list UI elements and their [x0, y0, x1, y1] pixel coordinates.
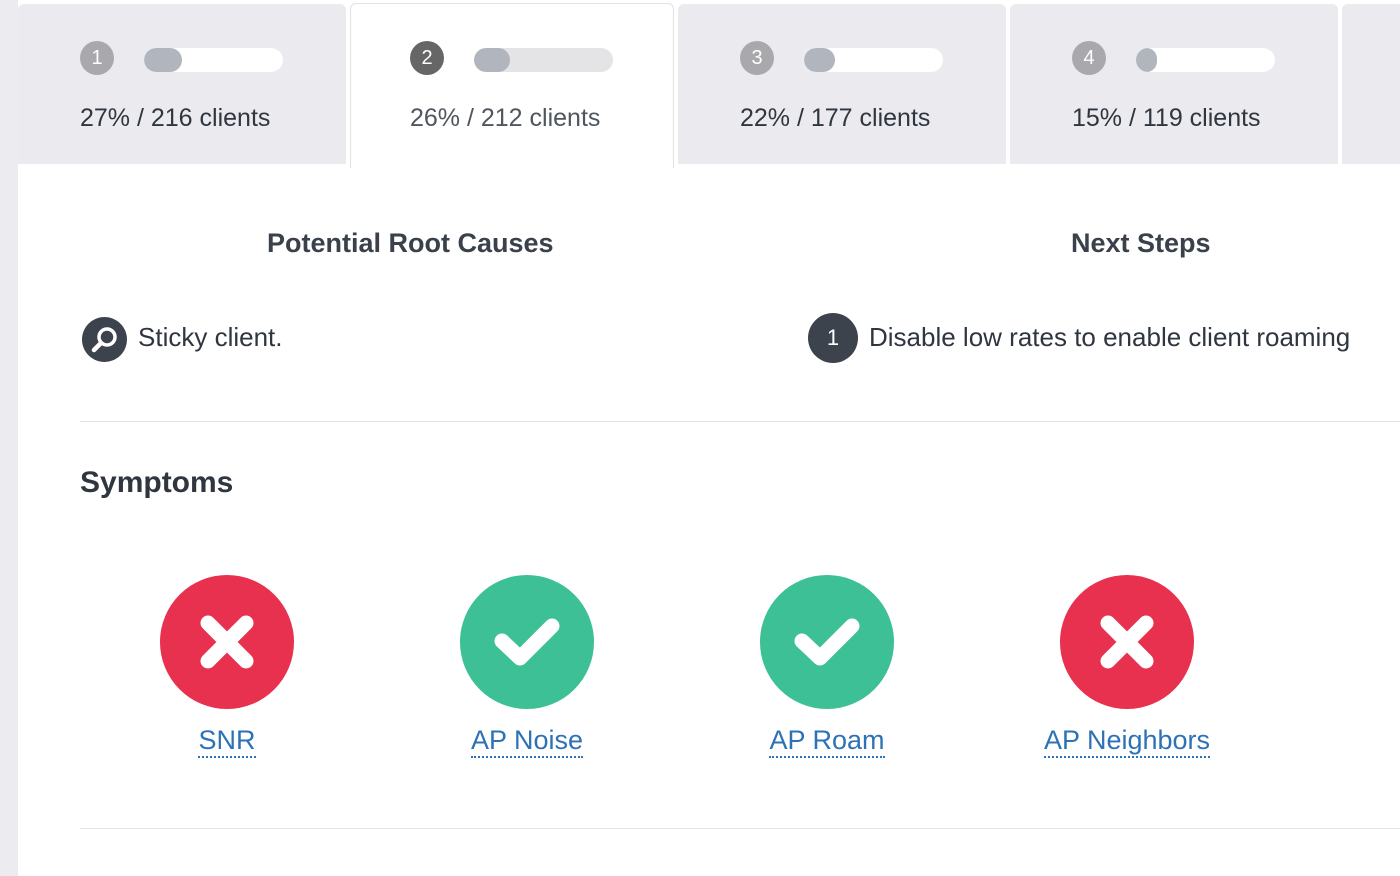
next-step-text: Disable low rates to enable client roami… [869, 322, 1351, 352]
symptom-snr[interactable]: SNR [127, 575, 327, 765]
check-icon [494, 618, 560, 666]
tab-progress-bar [474, 48, 613, 72]
root-cause-text: Sticky client. [138, 322, 283, 352]
tab-progress-fill [144, 48, 182, 72]
tab-label: 22% / 177 clients [740, 104, 931, 132]
symptom-link[interactable]: AP Roam [727, 725, 927, 758]
tab-cluster-2[interactable]: 2 26% / 212 clients [350, 3, 674, 168]
root-causes-title: Potential Root Causes [267, 228, 554, 258]
tab-progress-bar [1136, 48, 1275, 72]
tab-label: 26% / 212 clients [410, 104, 601, 132]
tab-progress-bar [144, 48, 283, 72]
next-steps-title: Next Steps [1071, 228, 1211, 258]
tab-number-badge: 3 [740, 41, 774, 75]
symptom-ap-neighbors[interactable]: AP Neighbors [1027, 575, 1227, 765]
tab-progress-fill [474, 48, 511, 72]
tab-number-badge: 4 [1072, 41, 1106, 75]
symptom-link[interactable]: AP Neighbors [1027, 725, 1227, 758]
tab-cluster-4[interactable]: 4 15% / 119 clients [1010, 4, 1338, 164]
symptom-status-circle [460, 575, 594, 709]
magnify-icon [82, 317, 127, 362]
tab-cluster-3[interactable]: 3 22% / 177 clients [678, 4, 1006, 164]
left-gutter [0, 0, 18, 876]
tab-number-badge: 2 [410, 41, 444, 75]
x-icon [200, 615, 254, 669]
symptoms-title: Symptoms [80, 466, 234, 499]
symptom-link[interactable]: SNR [127, 725, 327, 758]
divider [80, 421, 1400, 422]
tab-progress-fill [1136, 48, 1157, 72]
symptom-ap-roam[interactable]: AP Roam [727, 575, 927, 765]
symptom-status-circle [760, 575, 894, 709]
tab-label: 27% / 216 clients [80, 104, 271, 132]
page: 1 27% / 216 clients 2 26% / 212 clients … [0, 0, 1400, 876]
symptom-link[interactable]: AP Noise [427, 725, 627, 758]
tab-progress-fill [804, 48, 835, 72]
x-icon [1100, 615, 1154, 669]
symptom-status-circle [160, 575, 294, 709]
tab-cluster-1[interactable]: 1 27% / 216 clients [18, 4, 346, 164]
tab-cluster-5-partial[interactable] [1342, 4, 1400, 164]
check-icon [794, 618, 860, 666]
tab-number-badge: 1 [80, 41, 114, 75]
symptom-ap-noise[interactable]: AP Noise [427, 575, 627, 765]
tab-progress-bar [804, 48, 943, 72]
cluster-tabs: 1 27% / 216 clients 2 26% / 212 clients … [18, 0, 1400, 168]
step-number-badge: 1 [808, 313, 858, 363]
divider [80, 828, 1400, 829]
tab-label: 15% / 119 clients [1072, 104, 1261, 132]
symptom-status-circle [1060, 575, 1194, 709]
